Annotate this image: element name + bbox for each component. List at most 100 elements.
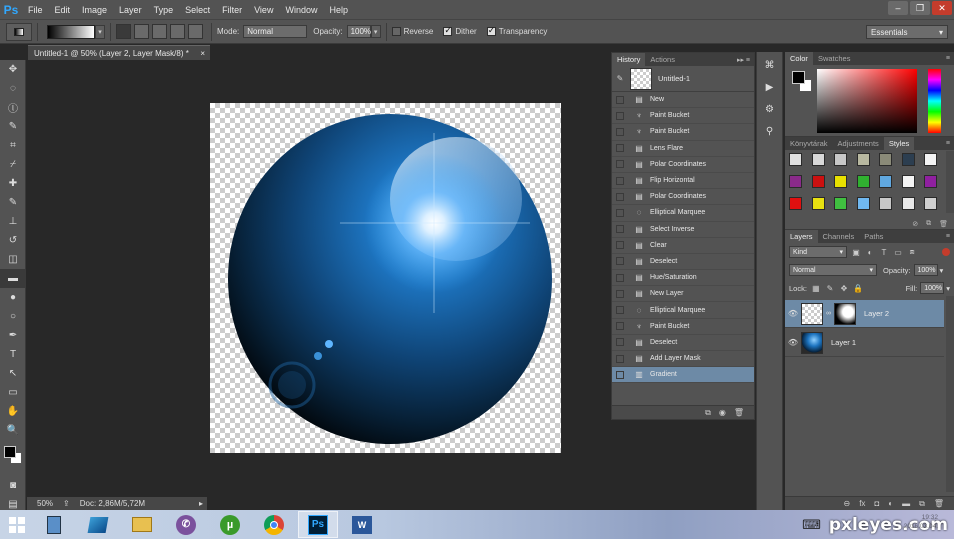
lock-pixels-icon[interactable]: ✎ bbox=[825, 283, 835, 293]
restore-button[interactable]: ❐ bbox=[910, 1, 930, 15]
reflected-gradient-button[interactable] bbox=[170, 24, 185, 39]
move-tool-icon[interactable]: ✥ bbox=[0, 60, 26, 79]
foreground-color[interactable] bbox=[792, 71, 805, 84]
shape-tool-icon[interactable]: ▭ bbox=[0, 383, 26, 402]
type-tool-icon[interactable]: T bbox=[0, 345, 26, 364]
pixel-filter-icon[interactable]: ▣ bbox=[851, 247, 861, 257]
layers-scrollbar[interactable] bbox=[946, 296, 954, 492]
tab-layers[interactable]: Layers bbox=[785, 230, 818, 243]
workspace-select[interactable]: Essentials ▾ bbox=[866, 25, 948, 39]
menu-help[interactable]: Help bbox=[323, 5, 354, 15]
photoshop-taskbar-icon[interactable]: Ps bbox=[298, 511, 338, 538]
tool-preset-picker[interactable] bbox=[6, 22, 32, 41]
lock-position-icon[interactable]: ✥ bbox=[839, 283, 849, 293]
style-swatch[interactable] bbox=[811, 197, 825, 210]
history-state[interactable]: ▤ Select Inverse bbox=[612, 222, 754, 238]
link-icon[interactable]: ∞ bbox=[826, 310, 831, 317]
history-state[interactable]: ♆ Paint Bucket bbox=[612, 124, 754, 141]
pen-tool-icon[interactable]: ✒ bbox=[0, 326, 26, 345]
tab-actions[interactable]: Actions bbox=[645, 53, 680, 66]
clock[interactable]: 19:32 2016.03.04. bbox=[904, 513, 938, 531]
gradient-editor-swatch[interactable] bbox=[47, 24, 95, 39]
history-state[interactable]: ▤ New bbox=[612, 92, 754, 109]
group-folder-icon[interactable]: ▬ bbox=[902, 499, 910, 508]
filter-toggle-icon[interactable] bbox=[942, 248, 950, 256]
history-brush-source-icon[interactable]: ✎ bbox=[612, 74, 628, 83]
history-brush-source-checkbox[interactable] bbox=[616, 95, 624, 104]
style-swatch[interactable] bbox=[879, 197, 892, 210]
export-icon[interactable]: ⇪ bbox=[63, 499, 70, 508]
style-swatch[interactable] bbox=[924, 175, 937, 188]
history-brush-source-checkbox[interactable] bbox=[616, 208, 624, 217]
blend-mode-select[interactable]: Normal ▾ bbox=[789, 264, 877, 276]
status-menu-arrow-icon[interactable]: ▸ bbox=[199, 499, 203, 508]
style-swatch[interactable] bbox=[879, 153, 892, 166]
history-state[interactable]: ♆ Paint Bucket bbox=[612, 319, 754, 335]
history-brush-source-checkbox[interactable] bbox=[616, 289, 624, 298]
visibility-eye-icon[interactable]: 👁 bbox=[785, 338, 801, 347]
lock-all-icon[interactable]: 🔒 bbox=[853, 283, 863, 293]
link-layers-icon[interactable]: ⊖ bbox=[844, 499, 851, 508]
history-brush-source-checkbox[interactable] bbox=[616, 354, 624, 363]
menu-filter[interactable]: Filter bbox=[216, 5, 248, 15]
style-swatch[interactable] bbox=[811, 153, 825, 166]
panel-menu-icon[interactable]: ≡ bbox=[946, 52, 954, 65]
clone-stamp-tool-icon[interactable]: ⊥ bbox=[0, 212, 26, 231]
panel-menu-icon[interactable]: ≡ bbox=[946, 230, 954, 243]
history-state[interactable]: ♆ Paint Bucket bbox=[612, 108, 754, 125]
camera-icon[interactable]: ◉ bbox=[719, 408, 726, 417]
history-brush-source-checkbox[interactable] bbox=[616, 192, 624, 201]
adjustment-layer-icon[interactable]: ◐ bbox=[888, 499, 893, 508]
history-brush-source-checkbox[interactable] bbox=[616, 241, 624, 250]
history-state[interactable]: ▤ Clear bbox=[612, 238, 754, 254]
tab-history[interactable]: History bbox=[612, 53, 646, 66]
style-swatch[interactable] bbox=[901, 197, 915, 210]
style-swatch[interactable] bbox=[789, 153, 802, 166]
history-brush-source-checkbox[interactable] bbox=[616, 111, 624, 120]
menu-select[interactable]: Select bbox=[179, 5, 216, 15]
quick-select-tool-icon[interactable]: ✎ bbox=[0, 117, 26, 136]
properties-panel-icon[interactable]: ⚲ bbox=[760, 122, 780, 140]
adjustments-panel-icon[interactable]: ⚙ bbox=[760, 100, 780, 118]
minimize-button[interactable]: – bbox=[888, 1, 908, 15]
history-brush-source-checkbox[interactable] bbox=[616, 370, 624, 379]
history-state[interactable]: ▤ Polar Coordinates bbox=[612, 189, 754, 206]
actions-panel-icon[interactable]: ▶ bbox=[760, 78, 780, 96]
history-panel-icon[interactable]: ⌘ bbox=[760, 56, 780, 74]
panel-menu-icon[interactable]: ▸▸ ≡ bbox=[737, 53, 754, 66]
hand-tool-icon[interactable]: ✋ bbox=[0, 402, 26, 421]
canvas[interactable] bbox=[210, 103, 561, 453]
tab-adjustments[interactable]: Adjustments bbox=[833, 137, 884, 150]
history-state[interactable]: ▤ Flip Horizontal bbox=[612, 173, 754, 190]
history-brush-source-checkbox[interactable] bbox=[616, 225, 624, 234]
keyboard-icon[interactable]: ⌨ bbox=[802, 517, 821, 533]
hue-slider[interactable] bbox=[928, 69, 941, 133]
trash-icon[interactable]: 🗑 bbox=[939, 220, 948, 228]
opacity-slider-arrow[interactable]: ▾ bbox=[370, 25, 381, 38]
calculator-icon[interactable] bbox=[34, 511, 74, 538]
gradient-tool-icon[interactable]: ▬ bbox=[0, 269, 26, 288]
history-state[interactable]: ▥ Gradient bbox=[612, 367, 754, 384]
style-swatch[interactable] bbox=[924, 197, 937, 210]
document-tab[interactable]: Untitled-1 @ 50% (Layer 2, Layer Mask/8)… bbox=[28, 45, 210, 60]
style-swatch[interactable] bbox=[834, 175, 847, 188]
marquee-tool-icon[interactable]: ◌ bbox=[0, 79, 26, 98]
history-brush-source-checkbox[interactable] bbox=[616, 176, 624, 185]
history-state[interactable]: ▤ New Layer bbox=[612, 286, 754, 303]
linear-gradient-button[interactable] bbox=[116, 24, 131, 39]
close-tab-icon[interactable]: × bbox=[200, 49, 205, 58]
history-snapshot[interactable]: ✎ Untitled-1 bbox=[612, 66, 754, 92]
panel-menu-icon[interactable]: ≡ bbox=[946, 137, 954, 150]
gradient-picker-arrow[interactable]: ▾ bbox=[95, 24, 105, 39]
chevron-down-icon[interactable]: ▾ bbox=[940, 266, 944, 275]
healing-tool-icon[interactable]: ✚ bbox=[0, 174, 26, 193]
history-brush-source-checkbox[interactable] bbox=[616, 160, 624, 169]
new-document-from-state-icon[interactable]: ⧉ bbox=[705, 408, 711, 418]
history-state[interactable]: ◌ Elliptical Marquee bbox=[612, 302, 754, 319]
style-swatch[interactable] bbox=[901, 153, 915, 166]
eyedropper-tool-icon[interactable]: ⌿ bbox=[0, 155, 26, 174]
history-brush-source-checkbox[interactable] bbox=[616, 273, 624, 282]
fx-icon[interactable]: fx bbox=[859, 499, 865, 508]
menu-window[interactable]: Window bbox=[279, 5, 323, 15]
style-swatch[interactable] bbox=[834, 153, 847, 166]
